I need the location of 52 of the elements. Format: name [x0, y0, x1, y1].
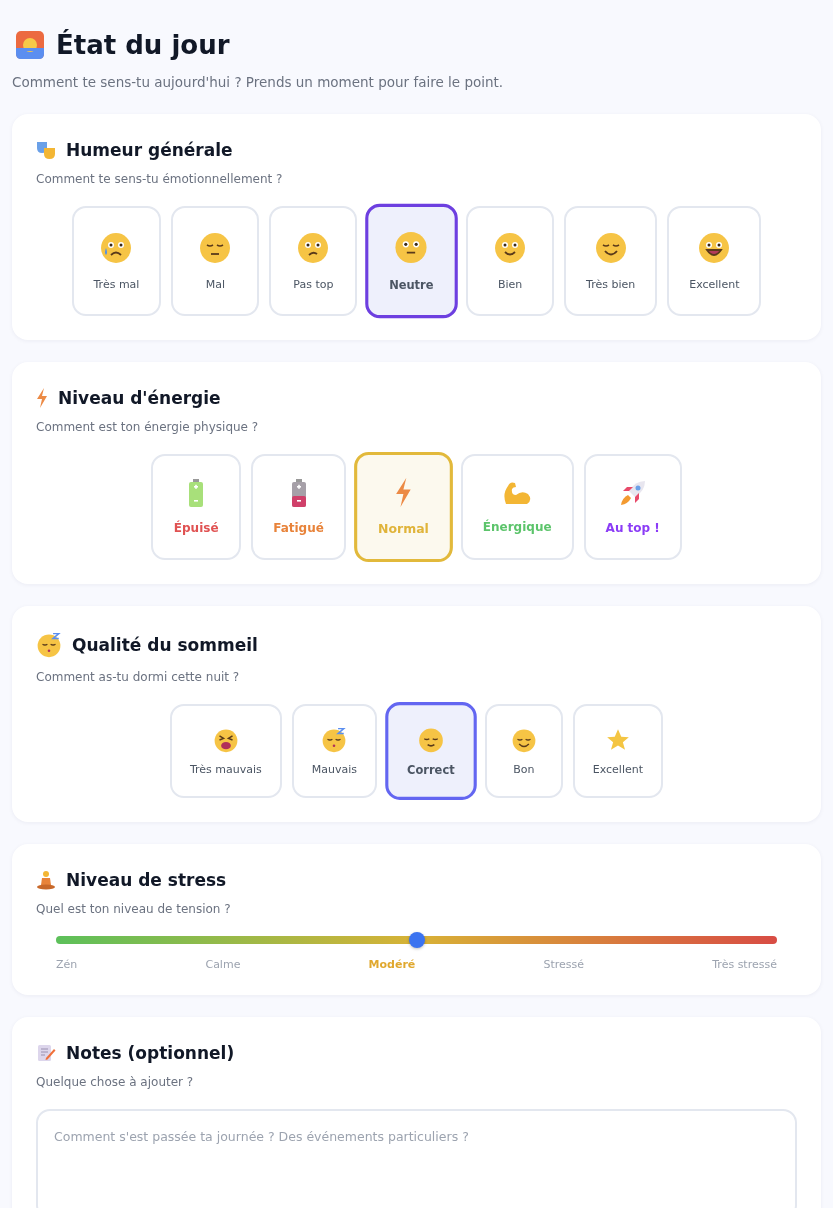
face-icon: [494, 231, 527, 264]
memo-icon: [36, 1043, 56, 1063]
section-subtitle: Quel est ton niveau de tension ?: [36, 902, 232, 916]
section-title: Niveau de stress: [66, 870, 227, 890]
option-button[interactable]: Pas top: [269, 206, 358, 316]
section-subtitle: Comment te sens-tu émotionnellement ?: [36, 172, 284, 186]
option-button[interactable]: Excellent: [572, 704, 664, 798]
face-icon: [395, 230, 429, 264]
page-subtitle: Comment te sens-tu aujourd'hui ? Prends un moment pour faire le point.: [12, 74, 505, 90]
option-button[interactable]: Au top !: [583, 454, 682, 560]
section-subtitle: Comment as-tu dormi cette nuit ?: [36, 670, 241, 684]
notes-field[interactable]: Comment s'est passée ta journée ? Des événements particuliers ?: [36, 1109, 797, 1208]
option-button[interactable]: Excellent: [667, 206, 762, 316]
sunset-icon: [16, 31, 44, 59]
option-button[interactable]: Bien: [466, 206, 555, 316]
face-icon: [36, 632, 62, 658]
face-icon: [698, 231, 731, 264]
face-icon: [321, 726, 348, 753]
slider-label: Très stressé: [712, 958, 777, 971]
lightning-icon: [394, 477, 413, 507]
option-button[interactable]: Neutre: [365, 203, 458, 319]
slider-label: Modéré: [368, 958, 416, 971]
face-icon: [510, 726, 537, 753]
slider-label: Calme: [205, 958, 241, 971]
option-button[interactable]: Épuisé: [151, 454, 242, 560]
option-button[interactable]: Très mauvais: [169, 704, 282, 798]
page-title: État du jour: [56, 30, 230, 60]
option-button[interactable]: Très mal: [71, 206, 162, 316]
section-title: Niveau d'énergie: [58, 388, 221, 408]
slider-thumb[interactable]: [408, 932, 425, 948]
section-subtitle: Comment est ton énergie physique ?: [36, 420, 260, 434]
lightning-icon: [36, 388, 48, 408]
section-title: Humeur générale: [66, 140, 233, 160]
face-icon: [212, 726, 239, 753]
slider-label: Zén: [56, 958, 78, 971]
option-button[interactable]: Mal: [171, 206, 260, 316]
option-button[interactable]: Correct: [385, 702, 477, 800]
section-title: Notes (optionnel): [66, 1043, 235, 1063]
option-button[interactable]: Bon: [484, 704, 563, 798]
section-subtitle: Quelque chose à ajouter ?: [36, 1075, 195, 1089]
flexed-arm-icon: [502, 480, 533, 506]
section-title: Qualité du sommeil: [72, 635, 258, 655]
face-icon: [297, 231, 330, 264]
battery-icon: [188, 479, 205, 507]
rocket-icon: [618, 479, 647, 507]
battery-icon: [290, 479, 307, 507]
face-icon: [100, 231, 133, 264]
face-icon: [594, 231, 627, 264]
option-button[interactable]: Très bien: [564, 206, 658, 316]
slider-label: Stressé: [543, 958, 585, 971]
option-button[interactable]: Mauvais: [291, 704, 378, 798]
face-icon: [199, 231, 232, 264]
